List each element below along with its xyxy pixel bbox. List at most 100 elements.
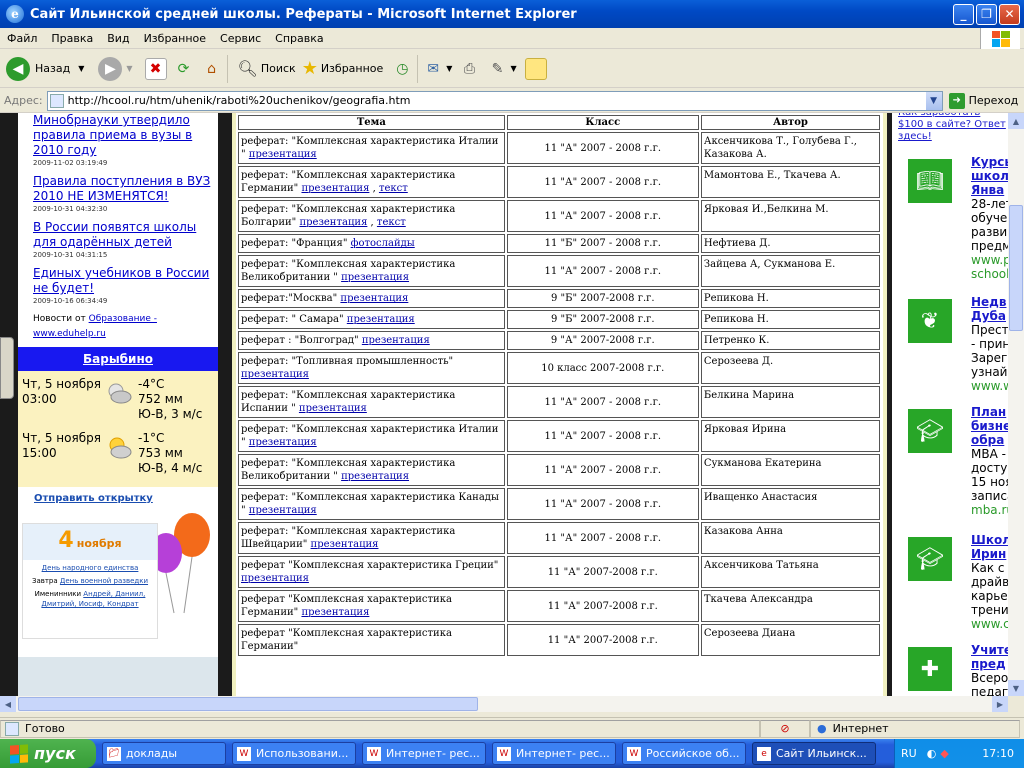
menu-view[interactable]: Вид (100, 32, 136, 45)
popup-blocker-icon[interactable]: ⊘ (760, 719, 810, 738)
taskbar-button[interactable]: W Интернет- рес... (362, 742, 486, 765)
taskbar-button[interactable]: W Российское об... (622, 742, 746, 765)
mail-dropdown-icon[interactable]: ▼ (446, 64, 452, 73)
holiday-link[interactable]: День народного единства (42, 564, 139, 572)
document-link[interactable]: презентация (301, 183, 369, 194)
taskbar-button[interactable]: W Использовани... (232, 742, 356, 765)
sidebar-grip-handle[interactable] (0, 337, 14, 399)
ad-title-line[interactable]: Курсы (971, 155, 1008, 169)
taskbar-button[interactable]: e Сайт Ильинск... (752, 742, 876, 765)
address-input[interactable]: http://hcool.ru/htm/uhenik/raboti%20uche… (46, 90, 943, 111)
ad-title-line[interactable]: обра (971, 433, 1008, 447)
document-link[interactable]: презентация (340, 293, 408, 304)
ad-url[interactable]: www.w (971, 379, 1008, 393)
ad-url[interactable]: www.c (971, 617, 1008, 631)
document-link[interactable]: текст (377, 217, 406, 228)
menu-help[interactable]: Справка (268, 32, 330, 45)
document-link[interactable]: фотослайды (351, 238, 415, 249)
news-link[interactable]: Единых учебников в России не будет! (33, 266, 214, 296)
start-button[interactable]: пуск (0, 739, 96, 768)
edit-icon[interactable]: ✎ (486, 58, 508, 80)
horizontal-scrollbar[interactable]: ◀ ▶ (0, 696, 1008, 712)
scroll-right-icon[interactable]: ▶ (992, 696, 1008, 712)
scroll-up-icon[interactable]: ▲ (1008, 113, 1024, 129)
document-link[interactable]: текст (379, 183, 408, 194)
ad-body-line: Зареги (971, 351, 1008, 365)
document-link[interactable]: презентация (301, 607, 369, 618)
document-link[interactable]: презентация (341, 272, 409, 283)
tomorrow-link[interactable]: День военной разведки (60, 577, 148, 585)
menu-tools[interactable]: Сервис (213, 32, 268, 45)
vertical-scroll-thumb[interactable] (1009, 205, 1023, 331)
restore-button[interactable]: ❐ (976, 3, 997, 25)
back-dropdown-icon[interactable]: ▼ (78, 64, 84, 73)
ad-title-line[interactable]: Дуба (971, 309, 1008, 323)
ad-url[interactable]: mba.ru (971, 503, 1008, 517)
edit-dropdown-icon[interactable]: ▼ (510, 64, 516, 73)
document-link[interactable]: презентация (311, 539, 379, 550)
table-row: реферат: "Комплексная характеристика Шве… (238, 522, 880, 554)
ad-title-line[interactable]: бизне (971, 419, 1008, 433)
document-link[interactable]: презентация (249, 505, 317, 516)
table-row: реферат: "Комплексная характеристика Исп… (238, 386, 880, 418)
ad-title-line[interactable]: План (971, 405, 1008, 419)
ad-title-line[interactable]: Учите (971, 643, 1008, 657)
topic-text: реферат "Комплексная характеристика Герм… (241, 628, 452, 652)
menu-favorites[interactable]: Избранное (137, 32, 213, 45)
go-button[interactable]: ➜ Переход (948, 92, 1018, 109)
forward-button[interactable]: ▶ ▼ (90, 56, 133, 81)
ad-title-line[interactable]: Янва (971, 183, 1008, 197)
title-bar: e Сайт Ильинской средней школы. Рефераты… (0, 0, 1024, 28)
document-link[interactable]: презентация (241, 369, 309, 380)
ad-url[interactable]: www.p (971, 253, 1008, 267)
stop-icon[interactable]: ✖ (144, 57, 167, 80)
ad-top-link[interactable]: Как заработать $100 в сайте? Ответ здесь… (898, 113, 1008, 143)
document-link[interactable]: презентация (299, 403, 367, 414)
forward-dropdown-icon[interactable]: ▼ (126, 64, 132, 73)
horizontal-scroll-thumb[interactable] (18, 697, 478, 711)
news-link[interactable]: В России появятся школы для одарённых де… (33, 220, 214, 250)
scroll-left-icon[interactable]: ◀ (0, 696, 16, 712)
document-link[interactable]: презентация (347, 314, 415, 325)
document-link[interactable]: презентация (299, 217, 367, 228)
ad-title-line[interactable]: Школ (971, 533, 1008, 547)
document-link[interactable]: презентация (249, 437, 317, 448)
search-button[interactable]: 🔍︎ Поиск (238, 59, 296, 78)
news-source-link[interactable]: Образование - (89, 314, 157, 324)
history-icon[interactable]: ◷ (391, 58, 413, 80)
back-button[interactable]: ◀ Назад ▼ (6, 56, 84, 81)
minimize-button[interactable]: _ (953, 3, 974, 25)
document-link[interactable]: презентация (341, 471, 409, 482)
news-link[interactable]: Правила поступления в ВУЗ 2010 НЕ ИЗМЕНЯ… (33, 174, 214, 204)
ad-url[interactable]: school (971, 267, 1008, 281)
language-indicator[interactable]: RU (901, 747, 917, 760)
document-link[interactable]: презентация (362, 335, 430, 346)
network-icon[interactable]: ◐ (927, 747, 937, 760)
vertical-scrollbar[interactable]: ▲ ▼ (1008, 113, 1024, 696)
home-icon[interactable]: ⌂ (201, 58, 223, 80)
document-link[interactable]: презентация (241, 573, 309, 584)
scroll-down-icon[interactable]: ▼ (1008, 680, 1024, 696)
address-dropdown-icon[interactable]: ▼ (925, 91, 942, 110)
taskbar-button[interactable]: W Интернет- рес... (492, 742, 616, 765)
antivirus-icon[interactable]: ◆ (940, 747, 948, 760)
ad-title-line[interactable]: Недв (971, 295, 1008, 309)
news-link[interactable]: Минобрнауки утвердило правила приема в в… (33, 113, 214, 158)
ad-title-line[interactable]: Ирин (971, 547, 1008, 561)
print-icon[interactable]: ⎙ (458, 58, 480, 80)
ad-title-line[interactable]: школ (971, 169, 1008, 183)
menu-file[interactable]: Файл (0, 32, 44, 45)
send-postcard-link[interactable]: Отправить открытку (34, 493, 153, 504)
topic-cell: реферат: "Комплексная характеристика Вел… (238, 454, 505, 486)
taskbar-button[interactable]: 📁︎ доклады (102, 742, 226, 765)
ad-title-line[interactable]: пред (971, 657, 1008, 671)
weather-city-link[interactable]: Барыбино (83, 352, 153, 366)
note-icon[interactable] (524, 57, 547, 80)
refresh-icon[interactable]: ⟳ (173, 58, 195, 80)
news-source-url[interactable]: www.eduhelp.ru (33, 329, 106, 339)
document-link[interactable]: презентация (249, 149, 317, 160)
menu-edit[interactable]: Правка (44, 32, 100, 45)
mail-icon[interactable]: ✉ (422, 58, 444, 80)
close-button[interactable]: ✕ (999, 3, 1020, 25)
favorites-button[interactable]: ★ Избранное (302, 58, 384, 79)
